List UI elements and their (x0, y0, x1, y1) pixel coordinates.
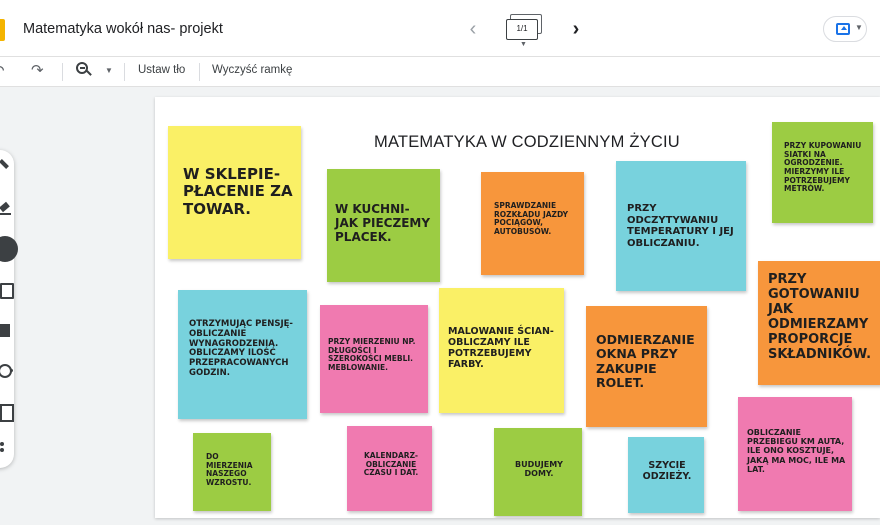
caret-down-icon: ▼ (520, 41, 527, 48)
sticky-note[interactable]: PRZY ODCZYTYWANIU TEMPERATURY I JEJ OBLI… (616, 161, 746, 291)
jamboard-logo-icon[interactable] (0, 19, 5, 41)
text-box-icon[interactable] (0, 404, 14, 422)
sticky-note-text: BUDUJEMY DOMY. (515, 460, 563, 479)
pen-icon[interactable] (0, 158, 14, 172)
sticky-note-text: MALOWANIE ŚCIAN- OBLICZAMY ILE POTRZEBUJ… (448, 326, 554, 370)
sticky-note[interactable]: PRZY KUPOWANIU SIATKI NA OGRODZENIE. MIE… (772, 122, 873, 223)
sticky-note-text: OTRZYMUJĄC PENSJĘ- OBLICZANIE WYNAGRODZE… (189, 319, 293, 378)
sticky-note-text: DO MIERZENIA NASZEGO WZROSTU. (206, 452, 253, 487)
sticky-note[interactable]: ODMIERZANIE OKNA PRZY ZAKUPIE ROLET. (586, 306, 707, 427)
sticky-note-icon[interactable] (0, 283, 14, 299)
shape-icon[interactable] (0, 364, 14, 378)
image-icon[interactable] (0, 324, 14, 338)
sticky-note[interactable]: PRZY GOTOWANIU JAK ODMIERZAMY PROPORCJE … (758, 261, 880, 385)
sticky-note-text: SZYCIE ODZIEŻY. (642, 460, 692, 482)
sticky-note[interactable]: OTRZYMUJĄC PENSJĘ- OBLICZANIE WYNAGRODZE… (178, 290, 307, 419)
sticky-note[interactable]: DO MIERZENIA NASZEGO WZROSTU. (193, 433, 271, 511)
sticky-note-text: OBLICZANIE PRZEBIEGU KM AUTA, ILE ONO KO… (747, 428, 846, 474)
sticky-note[interactable]: SZYCIE ODZIEŻY. (628, 437, 704, 513)
sticky-note[interactable]: OBLICZANIE PRZEBIEGU KM AUTA, ILE ONO KO… (738, 397, 852, 511)
document-title[interactable]: Matematyka wokół nas- projekt (23, 21, 223, 37)
tool-panel (0, 150, 18, 468)
sticky-note-text: PRZY MIERZENIU NP. DŁUGOŚCI I SZEROKOŚCI… (328, 337, 416, 372)
sticky-note[interactable]: W KUCHNI- JAK PIECZEMY PLACEK. (327, 169, 440, 282)
zoom-icon[interactable] (76, 62, 92, 78)
whiteboard-canvas[interactable]: MATEMATYKA W CODZIENNYM ŻYCIU W SKLEPIE-… (155, 97, 880, 518)
sticky-note[interactable]: W SKLEPIE- PŁACENIE ZA TOWAR. (168, 126, 301, 259)
sticky-note-text: W KUCHNI- JAK PIECZEMY PLACEK. (335, 202, 431, 244)
zoom-caret-icon[interactable]: ▼ (105, 66, 113, 75)
chevron-right-icon[interactable]: › (566, 18, 586, 40)
frame-switcher-button[interactable]: 1/1 ▼ (504, 14, 544, 48)
sticky-note-text: ODMIERZANIE OKNA PRZY ZAKUPIE ROLET. (596, 332, 695, 391)
canvas-title[interactable]: MATEMATYKA W CODZIENNYM ŻYCIU (374, 133, 680, 152)
sticky-note[interactable]: PRZY MIERZENIU NP. DŁUGOŚCI I SZEROKOŚCI… (320, 305, 428, 413)
frame-counter: 1/1 (506, 19, 538, 40)
title-bar: Matematyka wokół nas- projekt ‹ 1/1 ▼ › … (0, 0, 880, 57)
toolbar-divider (62, 63, 63, 81)
sticky-note[interactable]: SPRAWDZANIE ROZKŁADU JAZDY POCIĄGÓW, AUT… (481, 172, 584, 275)
set-background-button[interactable]: Ustaw tło (138, 64, 185, 76)
sticky-note-text: PRZY ODCZYTYWANIU TEMPERATURY I JEJ OBLI… (627, 203, 734, 249)
clear-frame-button[interactable]: Wyczyść ramkę (212, 64, 292, 76)
eraser-icon[interactable] (0, 202, 14, 216)
redo-icon[interactable]: ↷ (31, 61, 44, 79)
laser-icon[interactable] (0, 440, 14, 454)
undo-icon[interactable]: ↶ (0, 62, 5, 80)
sticky-note[interactable]: MALOWANIE ŚCIAN- OBLICZAMY ILE POTRZEBUJ… (439, 288, 564, 413)
sticky-note-text: W SKLEPIE- PŁACENIE ZA TOWAR. (183, 165, 293, 218)
sticky-note-text: PRZY GOTOWANIU JAK ODMIERZAMY PROPORCJE … (768, 272, 872, 362)
toolbar-divider (124, 63, 125, 81)
caret-down-icon: ▼ (855, 23, 863, 32)
toolbar-divider (199, 63, 200, 81)
present-icon (836, 23, 850, 35)
sticky-note-text: KALENDARZ- OBLICZANIE CZASU I DAT. (363, 451, 419, 478)
zoom-handle (86, 70, 92, 76)
toolbar: ↶ ↷ ▼ Ustaw tło Wyczyść ramkę (0, 57, 880, 87)
sticky-note[interactable]: KALENDARZ- OBLICZANIE CZASU I DAT. (347, 426, 432, 511)
chevron-left-icon[interactable]: ‹ (463, 18, 483, 40)
sticky-note-text: SPRAWDZANIE ROZKŁADU JAZDY POCIĄGÓW, AUT… (494, 201, 569, 236)
sticky-note[interactable]: BUDUJEMY DOMY. (494, 428, 582, 516)
select-tool-icon[interactable] (0, 236, 18, 262)
sticky-note-text: PRZY KUPOWANIU SIATKI NA OGRODZENIE. MIE… (784, 141, 862, 194)
present-button[interactable]: ▼ (823, 16, 867, 42)
